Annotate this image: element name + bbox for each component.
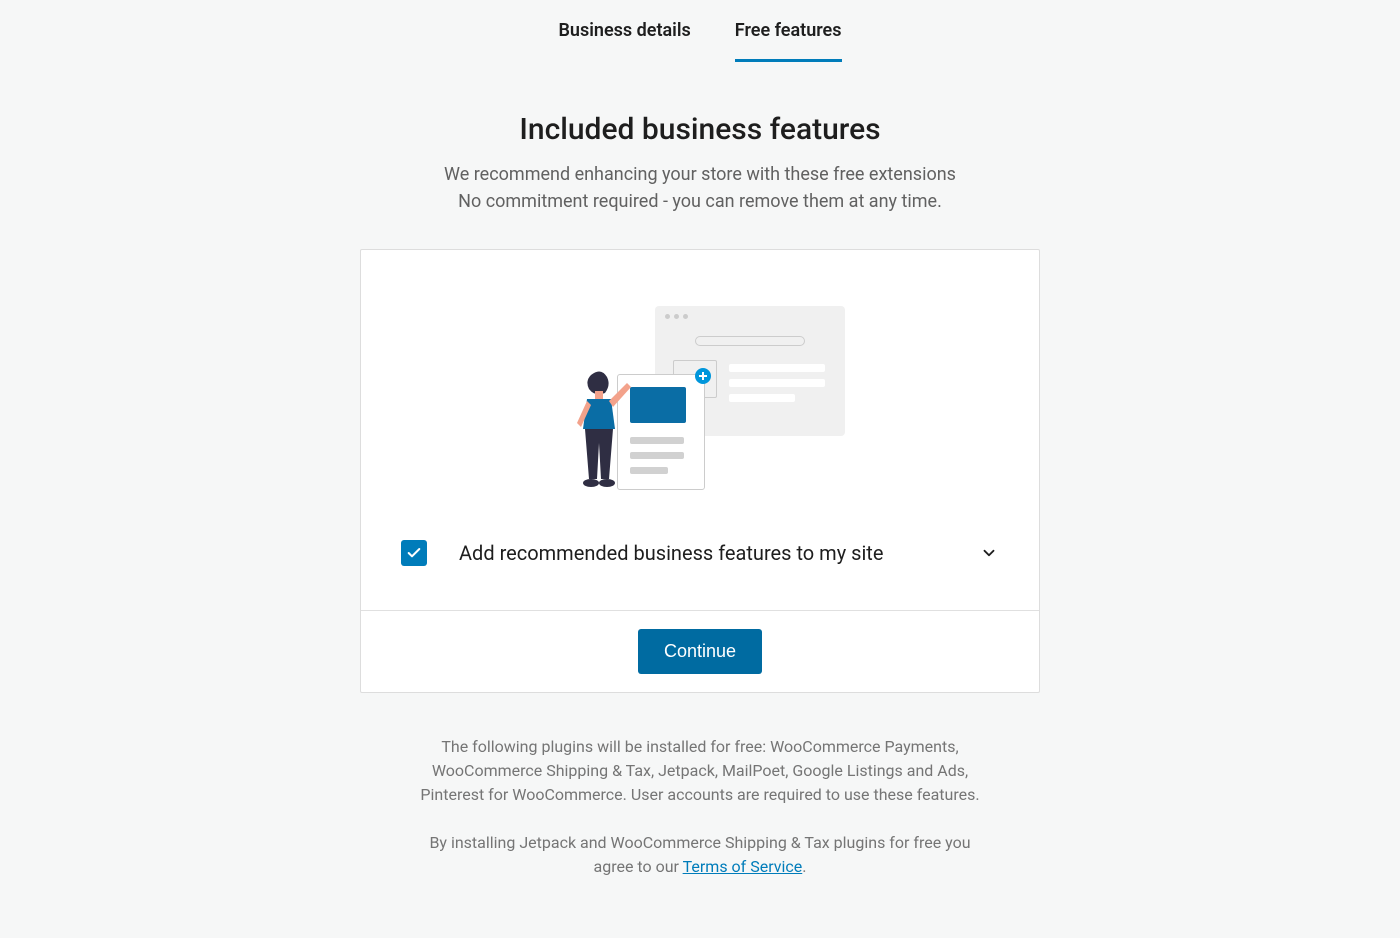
- subtitle-line-1: We recommend enhancing your store with t…: [444, 164, 956, 185]
- onboarding-illustration: [555, 296, 845, 496]
- plus-badge-icon: [695, 368, 711, 384]
- terms-of-service-link[interactable]: Terms of Service: [683, 857, 803, 876]
- page-subtitle: We recommend enhancing your store with t…: [0, 161, 1400, 215]
- tab-free-features[interactable]: Free features: [735, 20, 842, 62]
- tabs-nav: Business details Free features: [0, 0, 1400, 62]
- fine-print: The following plugins will be installed …: [410, 735, 990, 879]
- tab-business-details[interactable]: Business details: [559, 20, 691, 62]
- add-features-checkbox[interactable]: [401, 540, 427, 566]
- chevron-down-icon: [980, 544, 998, 562]
- features-card: Add recommended business features to my …: [360, 249, 1040, 693]
- expand-toggle[interactable]: [979, 543, 999, 563]
- page-title: Included business features: [0, 112, 1400, 147]
- plugins-notice: The following plugins will be installed …: [410, 735, 990, 807]
- terms-notice: By installing Jetpack and WooCommerce Sh…: [410, 831, 990, 879]
- checkbox-row: Add recommended business features to my …: [361, 516, 1039, 610]
- checkbox-label: Add recommended business features to my …: [459, 541, 947, 565]
- subtitle-line-2: No commitment required - you can remove …: [458, 191, 942, 212]
- person-icon: [563, 371, 635, 491]
- illustration-area: [361, 250, 1039, 516]
- card-footer: Continue: [361, 610, 1039, 692]
- continue-button[interactable]: Continue: [638, 629, 762, 674]
- terms-suffix: .: [802, 857, 806, 876]
- check-icon: [406, 545, 422, 561]
